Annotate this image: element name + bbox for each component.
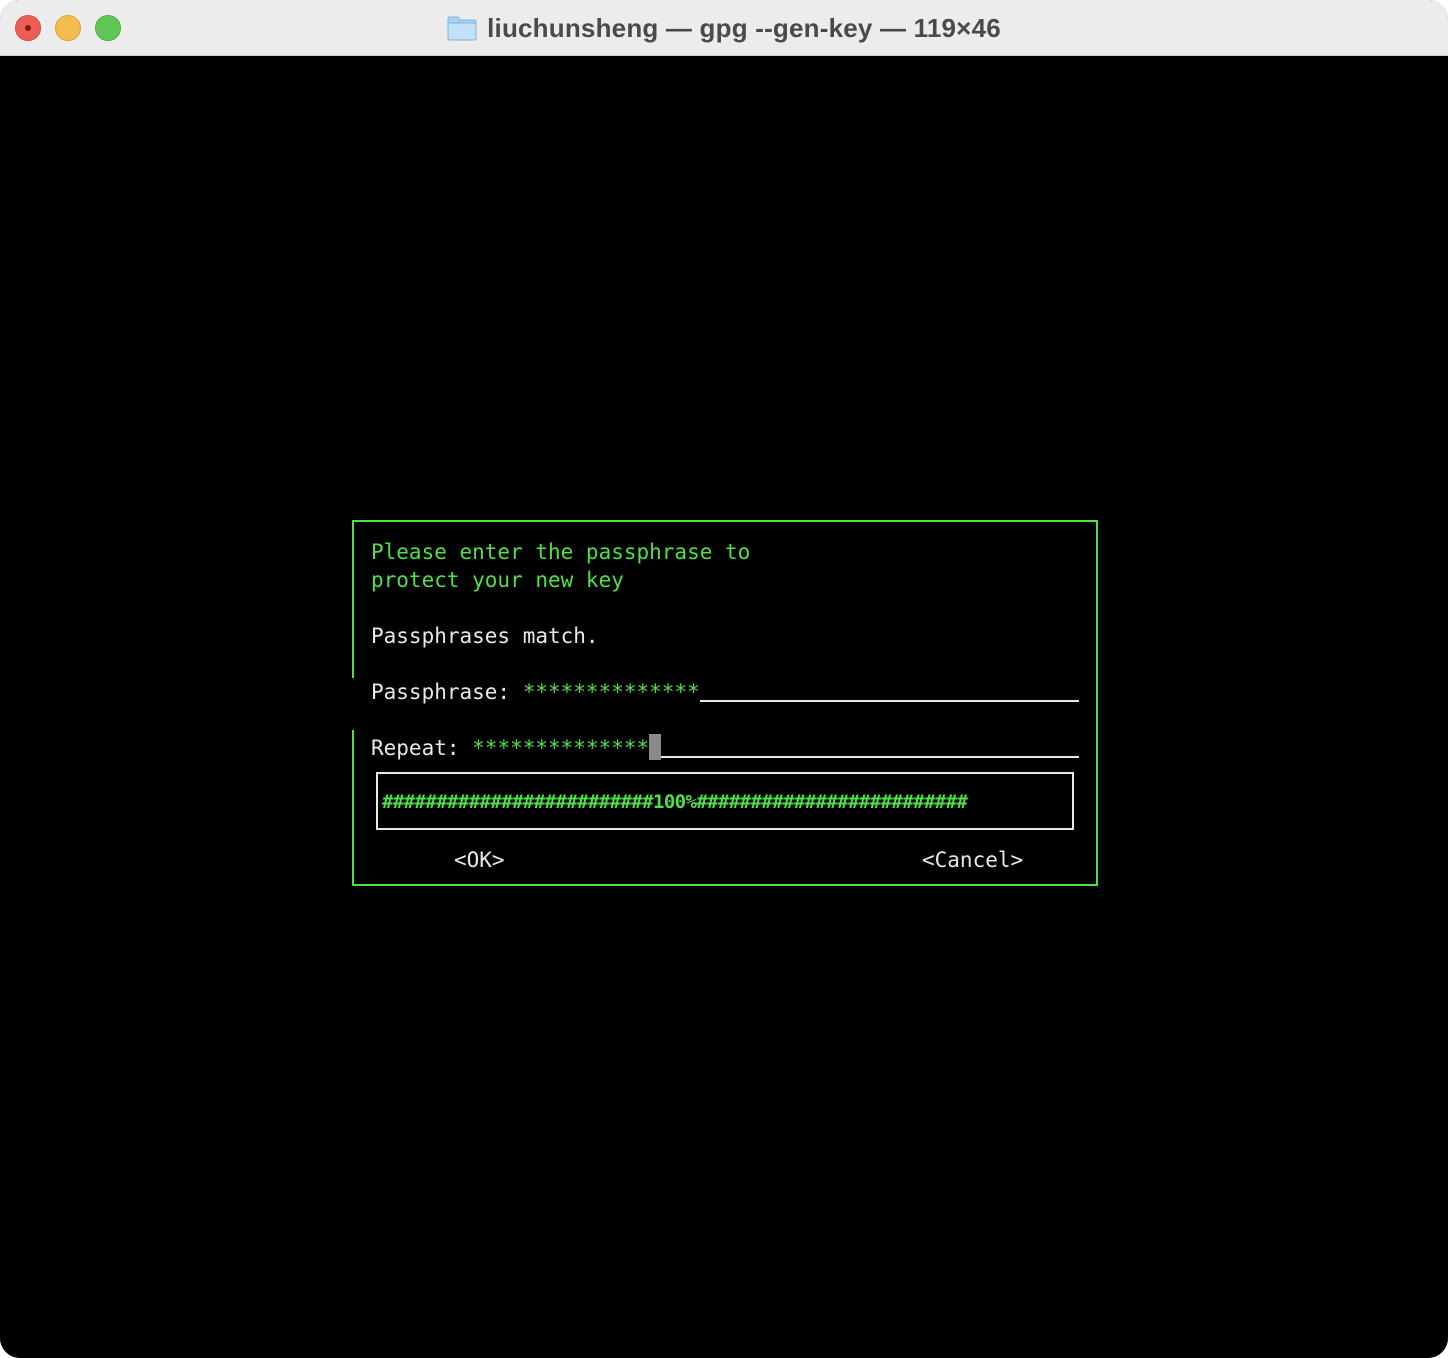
window-title: liuchunsheng — gpg --gen-key — 119×46 xyxy=(487,12,1001,43)
text-cursor xyxy=(649,734,662,760)
prompt-text-line2: protect your new key xyxy=(371,568,624,592)
passphrase-label: Passphrase: xyxy=(371,680,523,704)
passphrase-input-underline[interactable] xyxy=(699,674,1079,702)
prompt-text-line1: Please enter the passphrase to xyxy=(371,540,751,564)
repeat-input-underline[interactable] xyxy=(661,730,1079,758)
repeat-field[interactable]: Repeat: ************** xyxy=(371,734,1079,762)
pinentry-dialog: Please enter the passphrase to protect y… xyxy=(352,520,1098,886)
folder-icon xyxy=(447,15,477,41)
passphrase-input[interactable]: ************** xyxy=(523,678,700,706)
title-wrap: liuchunsheng — gpg --gen-key — 119×46 xyxy=(0,0,1448,56)
cancel-button[interactable]: <Cancel> xyxy=(922,846,1023,874)
title-bar[interactable]: liuchunsheng — gpg --gen-key — 119×46 xyxy=(0,0,1448,56)
border-gap xyxy=(352,678,354,730)
terminal-window: liuchunsheng — gpg --gen-key — 119×46 Pl… xyxy=(0,0,1448,1358)
passphrase-field[interactable]: Passphrase: ************** xyxy=(371,678,1079,706)
repeat-label: Repeat: xyxy=(371,736,473,760)
repeat-input[interactable]: ************** xyxy=(472,734,649,762)
ok-button[interactable]: <OK> xyxy=(454,846,505,874)
quality-meter-fill: #########################100%###########… xyxy=(382,791,968,813)
quality-meter: #########################100%###########… xyxy=(376,772,1074,830)
match-status: Passphrases match. xyxy=(371,624,599,648)
